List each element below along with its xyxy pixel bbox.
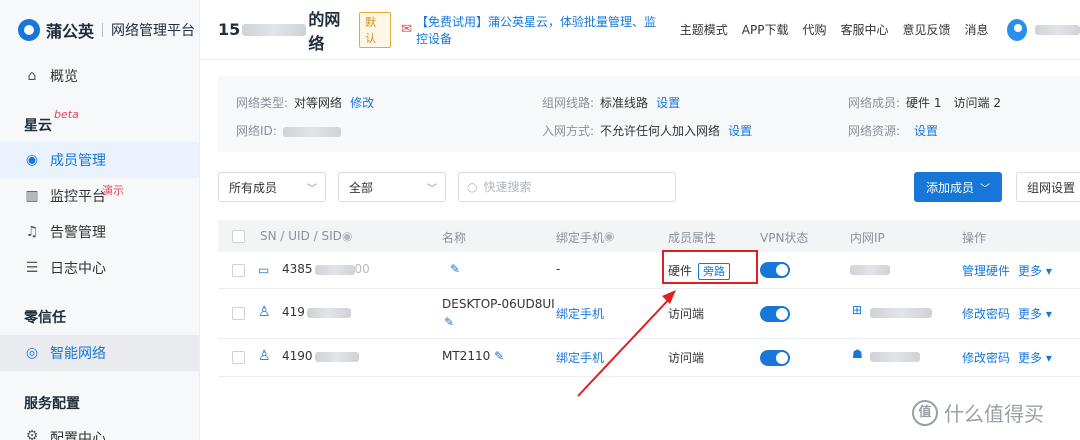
watermark: 值 什么值得买 [912, 398, 1044, 427]
watermark-logo-icon: 值 [912, 399, 938, 426]
annotation-arrow [577, 290, 676, 397]
